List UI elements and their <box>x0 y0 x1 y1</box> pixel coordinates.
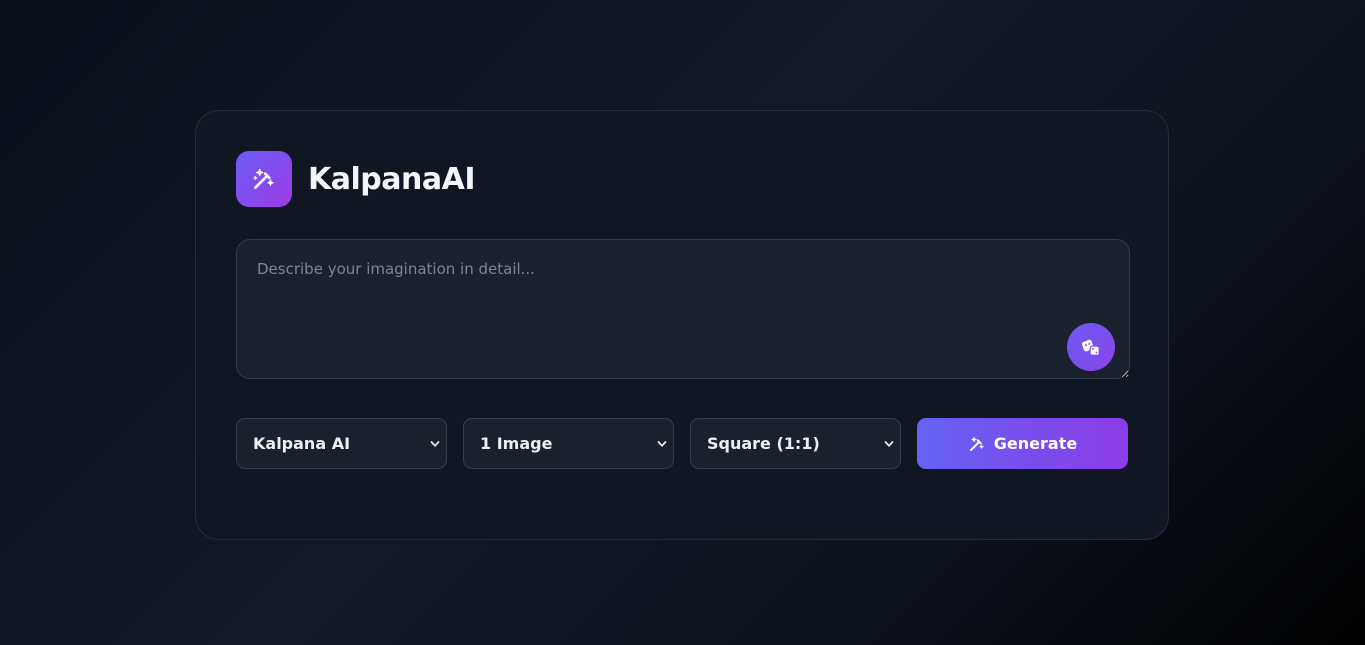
wand-sparkles-icon <box>969 436 984 451</box>
aspect-ratio-value: Square (1:1) <box>707 434 820 453</box>
dice-icon <box>1081 339 1100 356</box>
random-prompt-button[interactable] <box>1067 323 1115 371</box>
app-title: KalpanaAI <box>308 161 475 197</box>
chevron-down-icon <box>430 439 440 449</box>
generate-button[interactable]: Generate <box>917 418 1128 469</box>
model-select[interactable]: Kalpana AI <box>236 418 447 469</box>
prompt-container <box>236 239 1130 379</box>
controls-row: Kalpana AI 1 Image Square (1:1) Generate <box>236 418 1130 469</box>
generate-button-label: Generate <box>993 434 1078 453</box>
wand-sparkles-icon <box>253 168 274 189</box>
chevron-down-icon <box>657 439 667 449</box>
aspect-ratio-select[interactable]: Square (1:1) <box>690 418 901 469</box>
prompt-input[interactable] <box>236 239 1130 379</box>
generator-card: KalpanaAI Kalpana AI 1 Image <box>195 110 1169 540</box>
image-count-select[interactable]: 1 Image <box>463 418 674 469</box>
header: KalpanaAI <box>236 151 475 207</box>
model-select-value: Kalpana AI <box>253 434 351 453</box>
app-logo <box>236 151 292 207</box>
chevron-down-icon <box>884 439 894 449</box>
image-count-value: 1 Image <box>480 434 553 453</box>
